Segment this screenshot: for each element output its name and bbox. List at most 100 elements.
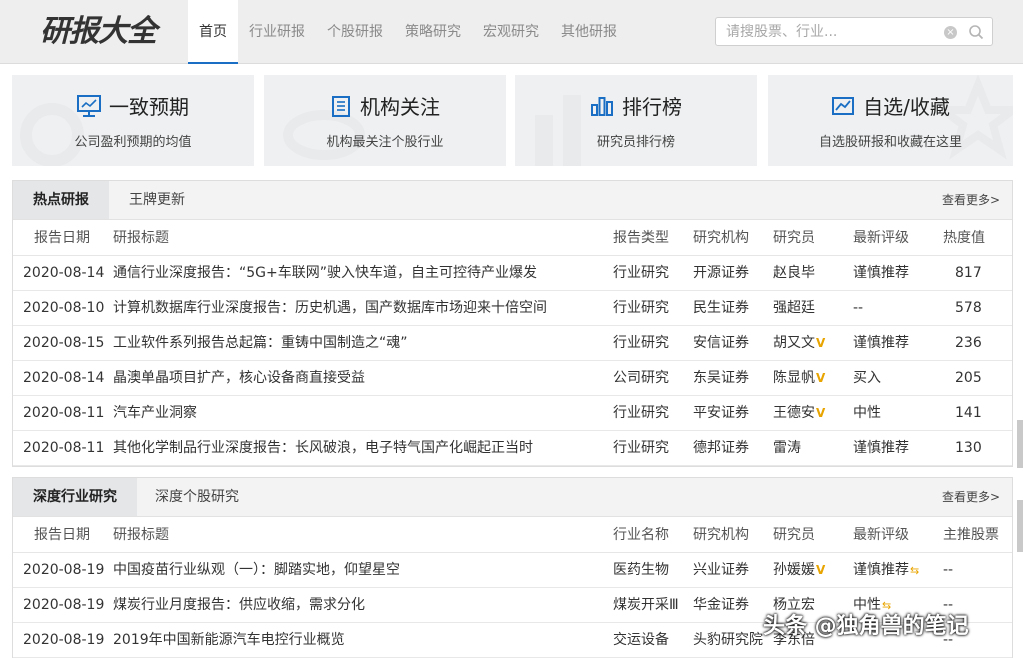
nav-item-industry[interactable]: 行业研报	[238, 0, 316, 64]
more-link[interactable]: 查看更多>	[942, 478, 1000, 516]
row-date-text: 2020-08-11	[23, 440, 105, 456]
tab-deep-stock[interactable]: 深度个股研究	[137, 478, 257, 516]
col-heat: 热度值	[943, 230, 985, 246]
row-heat-text: 817	[955, 265, 982, 281]
site-logo[interactable]: 研报大全	[40, 10, 170, 54]
row-title-link[interactable]: 晶澳单晶项目扩产，核心设备商直接受益	[113, 361, 603, 395]
row-analyst-text: 雷涛	[773, 440, 801, 456]
tab-ace-update[interactable]: 王牌更新	[109, 181, 205, 219]
logo-text-b: 大全	[98, 14, 157, 49]
row-type-text: 行业研究	[613, 265, 669, 281]
row-date: 2020-08-14	[23, 256, 113, 290]
verified-badge-icon: V	[816, 336, 826, 350]
row-org[interactable]: 华金证券	[693, 588, 771, 622]
row-heat: 817	[955, 256, 1015, 290]
row-analyst-text: 王德安	[773, 405, 815, 421]
verified-badge-icon: V	[816, 371, 826, 385]
card-ranking[interactable]: 排行榜 研究员排行榜	[515, 75, 757, 166]
table-row[interactable]: 2020-08-10 计算机数据库行业深度报告：历史机遇，国产数据库市场迎来十倍空…	[13, 291, 1012, 326]
card-institution[interactable]: 机构关注 机构最关注个股行业	[264, 75, 506, 166]
nav-item-stock[interactable]: 个股研报	[316, 0, 394, 64]
row-analyst[interactable]: 陈显帆V	[773, 361, 851, 395]
row-type-text: 煤炭开采Ⅲ	[613, 597, 679, 613]
col-rating: 最新评级	[853, 230, 909, 246]
search-icon[interactable]	[968, 24, 984, 40]
verified-badge-icon: V	[816, 406, 826, 420]
card-title-text: 自选/收藏	[863, 95, 950, 119]
scroll-handle[interactable]	[1017, 500, 1023, 552]
more-link[interactable]: 查看更多>	[942, 181, 1000, 219]
row-title-link[interactable]: 通信行业深度报告：“5G+车联网”驶入快车道，自主可控待产业爆发	[113, 256, 603, 290]
row-rating-text: 谨慎推荐	[853, 562, 909, 578]
row-title-link[interactable]: 汽车产业洞察	[113, 396, 603, 430]
nav-item-other[interactable]: 其他研报	[550, 0, 628, 64]
table-row[interactable]: 2020-08-14 晶澳单晶项目扩产，核心设备商直接受益 公司研究 东吴证券 陈显帆V…	[13, 361, 1012, 396]
row-title-link[interactable]: 工业软件系列报告总起篇：重铸中国制造之“魂”	[113, 326, 603, 360]
col-title: 研报标题	[113, 230, 169, 246]
card-desc: 自选股研报和收藏在这里	[818, 135, 962, 150]
row-title-link[interactable]: 计算机数据库行业深度报告：历史机遇，国产数据库市场迎来十倍空间	[113, 291, 603, 325]
row-title-link[interactable]: 其他化学制品行业深度报告：长风破浪，电子特气国产化崛起正当时	[113, 431, 603, 465]
row-type-text: 行业研究	[613, 335, 669, 351]
row-analyst[interactable]: 强超廷	[773, 291, 851, 325]
nav-item-strategy[interactable]: 策略研究	[394, 0, 472, 64]
card-consensus[interactable]: 一致预期 公司盈利预期的均值	[12, 75, 254, 166]
row-org[interactable]: 头豹研究院	[693, 623, 771, 657]
row-date-text: 2020-08-10	[23, 300, 105, 316]
nav-item-home[interactable]: 首页	[188, 0, 238, 64]
row-heat-text: 130	[955, 440, 982, 456]
search-box: ×	[715, 17, 993, 46]
row-analyst[interactable]: 胡又文V	[773, 326, 851, 360]
col-date: 报告日期	[34, 230, 90, 246]
col-title: 研报标题	[113, 527, 169, 543]
row-org-text: 兴业证券	[693, 562, 749, 578]
main-nav: 首页 行业研报 个股研报 策略研究 宏观研究 其他研报	[188, 0, 628, 64]
card-title-text: 机构关注	[360, 95, 440, 119]
row-title-link[interactable]: 2019年中国新能源汽车电控行业概览	[113, 623, 603, 657]
row-heat: 205	[955, 361, 1015, 395]
row-title-link[interactable]: 中国疫苗行业纵观（一）：脚踏实地，仰望星空	[113, 553, 603, 587]
row-heat: 130	[955, 431, 1015, 465]
row-rating: 谨慎推荐	[853, 326, 933, 360]
tab-deep-industry[interactable]: 深度行业研究	[13, 478, 137, 516]
row-title-link-text: 其他化学制品行业深度报告：长风破浪，电子特气国产化崛起正当时	[113, 440, 533, 456]
table-row[interactable]: 2020-08-15 工业软件系列报告总起篇：重铸中国制造之“魂” 行业研究 安信证券…	[13, 326, 1012, 361]
row-title-link[interactable]: 煤炭行业月度报告：供应收缩，需求分化	[113, 588, 603, 622]
row-analyst-text: 胡又文	[773, 335, 815, 351]
row-org[interactable]: 安信证券	[693, 326, 771, 360]
row-analyst[interactable]: 赵良毕	[773, 256, 851, 290]
row-type-text: 行业研究	[613, 405, 669, 421]
row-org[interactable]: 兴业证券	[693, 553, 771, 587]
row-analyst[interactable]: 雷涛	[773, 431, 851, 465]
nav-item-macro[interactable]: 宏观研究	[472, 0, 550, 64]
row-heat-text: 236	[955, 335, 982, 351]
row-org[interactable]: 东吴证券	[693, 361, 771, 395]
search-input[interactable]	[726, 22, 941, 42]
row-heat: 236	[955, 326, 1015, 360]
row-heat-text: 141	[955, 405, 982, 421]
clear-icon[interactable]: ×	[944, 26, 957, 39]
row-analyst[interactable]: 孙媛媛V	[773, 553, 851, 587]
row-type: 行业研究	[613, 291, 691, 325]
row-date-text: 2020-08-14	[23, 370, 105, 386]
row-org[interactable]: 德邦证券	[693, 431, 771, 465]
logo-text-a: 研报	[40, 14, 99, 49]
row-org[interactable]: 开源证券	[693, 256, 771, 290]
row-org[interactable]: 平安证券	[693, 396, 771, 430]
row-date-text: 2020-08-11	[23, 405, 105, 421]
row-heat-text: 205	[955, 370, 982, 386]
tab-hot[interactable]: 热点研报	[13, 181, 109, 219]
table-row[interactable]: 2020-08-11 汽车产业洞察 行业研究 平安证券 王德安V 中性 141	[13, 396, 1012, 431]
row-rating: 谨慎推荐	[853, 431, 933, 465]
card-favorites[interactable]: 自选/收藏 自选股研报和收藏在这里	[768, 75, 1013, 166]
scroll-handle[interactable]	[1017, 420, 1023, 468]
row-org[interactable]: 民生证券	[693, 291, 771, 325]
row-analyst[interactable]: 王德安V	[773, 396, 851, 430]
table-row[interactable]: 2020-08-11 其他化学制品行业深度报告：长风破浪，电子特气国产化崛起正当时…	[13, 431, 1012, 466]
table-row[interactable]: 2020-08-14 通信行业深度报告：“5G+车联网”驶入快车道，自主可控待产业…	[13, 256, 1012, 291]
table-row[interactable]: 2020-08-19 中国疫苗行业纵观（一）：脚踏实地，仰望星空 医药生物 兴业证券 孙…	[13, 553, 1012, 588]
col-org: 研究机构	[693, 230, 749, 246]
row-type: 公司研究	[613, 361, 691, 395]
row-date: 2020-08-15	[23, 326, 113, 360]
col-industry: 行业名称	[613, 527, 669, 543]
